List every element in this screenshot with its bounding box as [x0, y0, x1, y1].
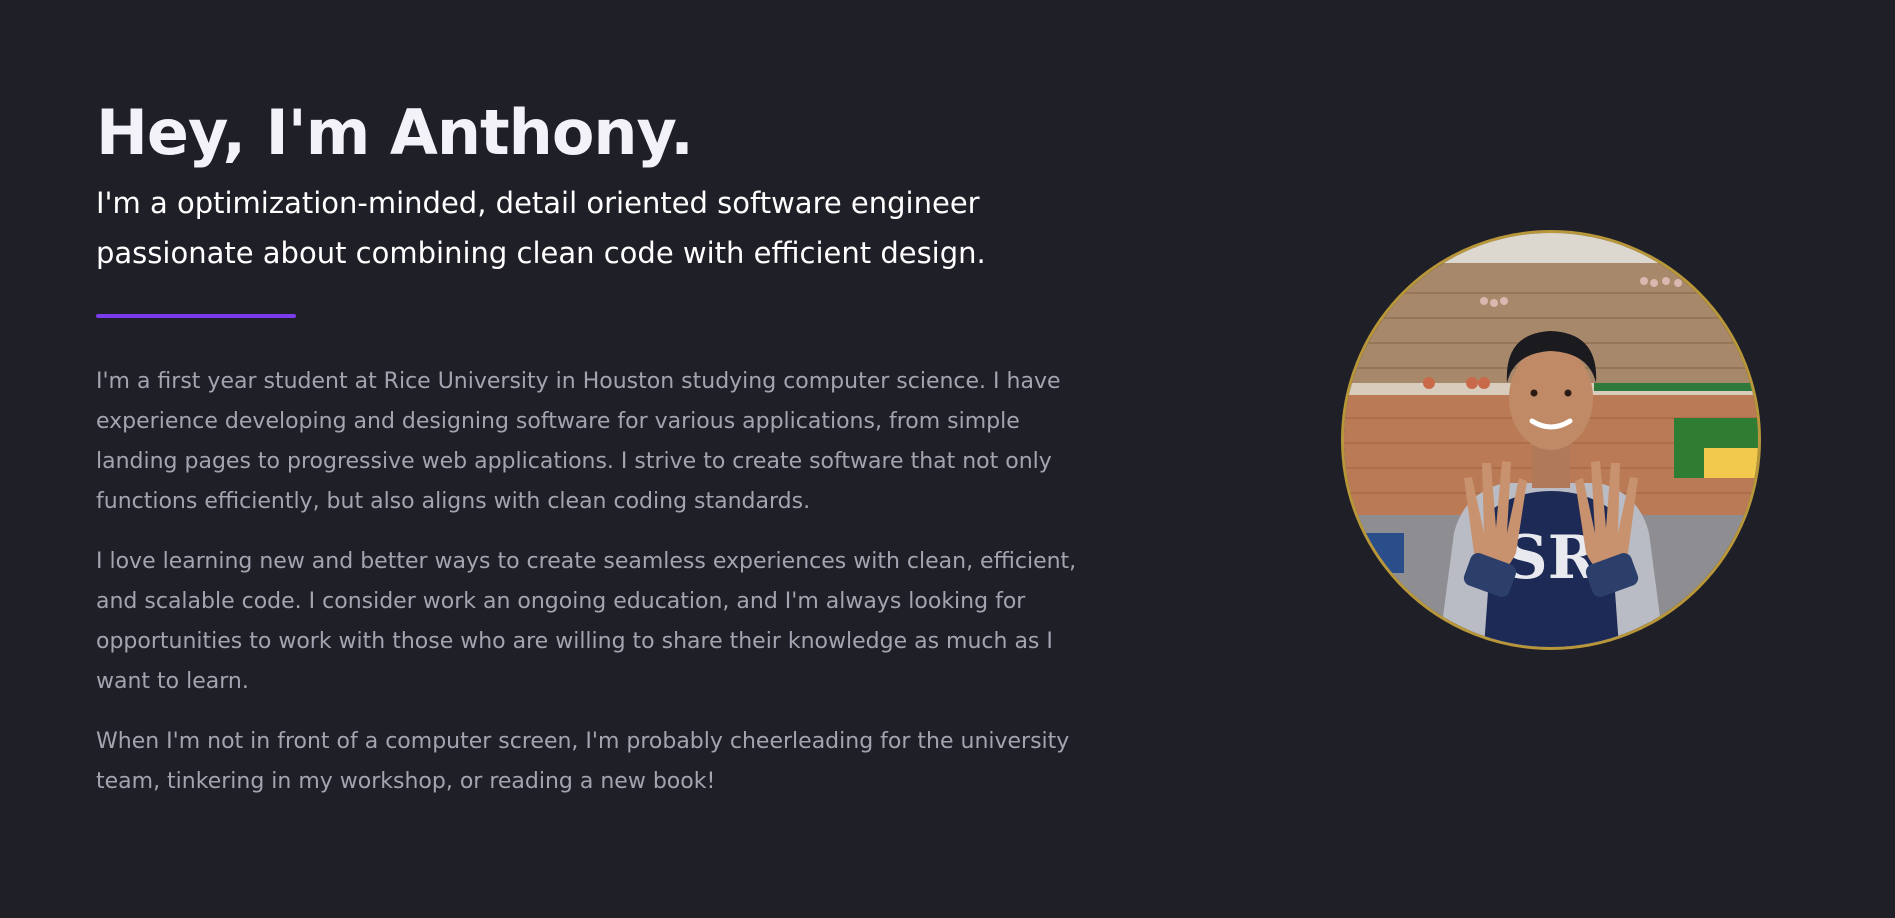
bio-paragraph: I'm a first year student at Rice Univers…: [96, 369, 1061, 514]
bio: I'm a first year student at Rice Univers…: [96, 362, 1106, 802]
bio-paragraph: I love learning new and better ways to c…: [96, 549, 1077, 694]
about-section: Hey, I'm Anthony. I'm a optimization-min…: [0, 0, 1895, 918]
bio-paragraph: When I'm not in front of a computer scre…: [96, 729, 1070, 794]
tagline: I'm a optimization-minded, detail orient…: [96, 186, 986, 270]
profile-photo: SR: [1341, 230, 1761, 650]
page-title: Hey, I'm Anthony.: [96, 96, 694, 169]
about-text-column: Hey, I'm Anthony. I'm a optimization-min…: [96, 92, 1126, 822]
accent-divider: [96, 314, 296, 318]
